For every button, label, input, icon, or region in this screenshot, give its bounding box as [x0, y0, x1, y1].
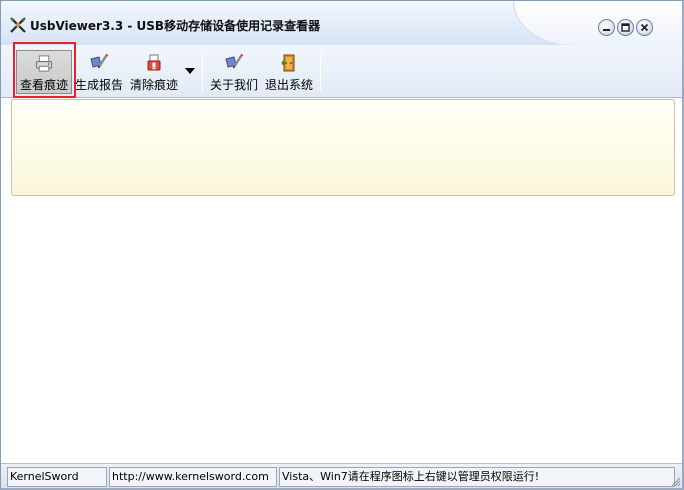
- exit-system-button[interactable]: 退出系统: [263, 50, 315, 94]
- status-bar: KernelSword http://www.kernelsword.com V…: [1, 463, 682, 488]
- status-tip: Vista、Win7请在程序图标上右键以管理员权限运行!: [279, 467, 675, 487]
- minimize-button[interactable]: [598, 19, 615, 36]
- clear-traces-dropdown-icon[interactable]: [185, 68, 195, 74]
- toolbar-button-label: 关于我们: [209, 78, 258, 92]
- selection-highlight-box: [13, 42, 76, 98]
- maximize-button[interactable]: [617, 19, 634, 36]
- clear-traces-icon: [147, 54, 161, 71]
- minimize-icon: [603, 29, 610, 31]
- report-pen-icon: [90, 53, 109, 69]
- status-company: KernelSword: [7, 467, 107, 487]
- resize-grip-icon[interactable]: [669, 475, 681, 487]
- close-icon: [640, 23, 649, 32]
- exit-door-icon: [281, 54, 295, 72]
- info-panel: [11, 99, 675, 196]
- clear-traces-button[interactable]: 清除痕迹: [128, 50, 180, 94]
- window-controls: [598, 19, 653, 36]
- toolbar-separator: [320, 53, 321, 91]
- maximize-icon: [621, 23, 630, 32]
- window-title: UsbViewer3.3 - USB移动存储设备使用记录查看器: [30, 19, 321, 33]
- toolbar-button-label: 退出系统: [264, 78, 313, 92]
- about-us-button[interactable]: 关于我们: [208, 50, 260, 94]
- about-pen-icon: [225, 53, 244, 69]
- close-button[interactable]: [636, 19, 653, 36]
- toolbar-button-label: 清除痕迹: [129, 78, 178, 92]
- generate-report-button[interactable]: 生成报告: [74, 50, 124, 94]
- records-area: [1, 197, 682, 463]
- toolbar-separator: [202, 53, 203, 91]
- app-logo-icon: [10, 17, 26, 33]
- status-website: http://www.kernelsword.com: [109, 467, 277, 487]
- app-window: UsbViewer3.3 - USB移动存储设备使用记录查看器 查看痕迹 生成报…: [0, 0, 684, 490]
- title-bar[interactable]: UsbViewer3.3 - USB移动存储设备使用记录查看器: [1, 1, 682, 45]
- toolbar: 查看痕迹 生成报告 清除痕迹 关于我们 退出系统: [1, 45, 682, 98]
- toolbar-button-label: 生成报告: [74, 78, 123, 92]
